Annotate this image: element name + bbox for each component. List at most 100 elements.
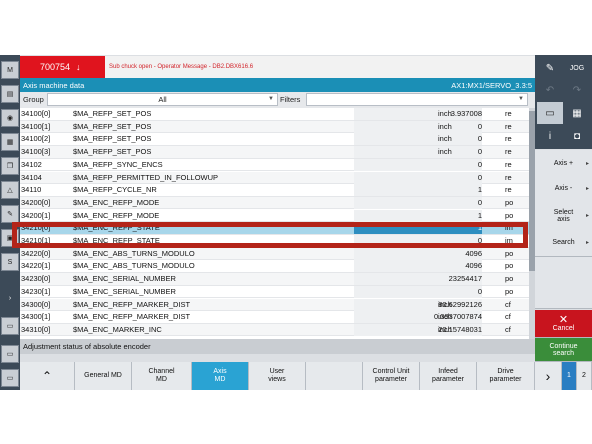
window-icon[interactable]: ▭ [1,345,19,363]
param-unit-cell: inch [438,299,452,309]
select-axis-button[interactable]: Select axis ▸ [535,202,592,230]
page-1-button[interactable]: 1 [562,362,577,390]
table-row[interactable]: 23254417 34230[0] $MA_ENC_SERIAL_NUMBER po [20,273,535,286]
redo-icon[interactable]: ↷ [564,79,590,101]
param-value-cell[interactable]: 0 [354,285,482,298]
param-value-cell[interactable]: 4096 [354,260,482,273]
param-value-cell[interactable]: 0 [354,171,482,184]
param-level-cell: cf [505,312,511,322]
parameter-icon[interactable]: ◉ [1,109,19,127]
table-row[interactable]: 0.3937007874 34300[1] $MA_ENC_REFP_MARKER_… [20,311,535,324]
undo-icon[interactable]: ↶ [537,79,563,101]
copy-icon[interactable]: ❐ [1,157,19,175]
window-icon[interactable]: ▭ [537,102,563,124]
status-line: Adjustment status of absolute encoder [20,339,535,354]
chevron-up-icon[interactable]: ⌃ [20,362,75,390]
general-md-tab[interactable]: General MD [75,362,132,390]
group-select[interactable]: All ▼ [47,93,278,106]
wrench-icon[interactable]: ✎ [537,57,563,79]
search-button[interactable]: Search ▸ [535,229,592,257]
param-value-cell[interactable]: 4096 [354,247,482,260]
param-value: 0 [477,172,482,182]
table-row[interactable]: 1 34110 $MA_REFP_CYCLE_NR re [20,184,535,197]
table-row[interactable]: 20.15748031 34310[0] $MA_ENC_MARKER_INC inc… [20,323,535,337]
param-value-cell[interactable]: 20.15748031 [354,323,482,336]
filters-label: Filters [280,95,301,104]
camera-icon[interactable]: ◘ [564,125,590,147]
table-row[interactable]: 80.62992126 34300[0] $MA_ENC_REFP_MARKER_D… [20,298,535,311]
table-row[interactable]: 0 34100[1] $MA_REFP_SET_POS inch re [20,120,535,134]
window-icon[interactable]: ▭ [1,317,19,335]
table-row[interactable]: 0 34100[2] $MA_REFP_SET_POS inch re [20,133,535,146]
param-value-cell[interactable]: 23254417 [354,273,482,286]
infeed-tab[interactable]: Infeed parameter [420,362,477,390]
close-icon: ✕ [558,314,569,326]
table-row[interactable]: 0 34102 $MA_REFP_SYNC_ENCS re [20,158,535,172]
param-value-cell[interactable]: 0 [354,158,482,171]
continue-search-button[interactable]: Continue search [535,338,592,362]
param-value-cell[interactable]: 80.62992126 [354,298,482,311]
param-id-cell: 34230[1] [21,286,51,296]
axis-md-label: Axis MD [213,368,227,383]
empty-softkey[interactable] [535,257,592,309]
chevron-right-icon[interactable]: › [535,362,562,390]
param-value: 0 [477,134,482,144]
param-value-cell[interactable]: 0 [354,133,482,146]
filters-select[interactable]: ▼ [306,93,528,106]
table-row[interactable]: 0 34200[0] $MA_ENC_REFP_MODE po [20,196,535,210]
diagnostics-icon[interactable]: △ [1,181,19,199]
param-value-cell[interactable]: 0 [354,196,482,209]
cancel-button[interactable]: ✕ Cancel [535,310,592,338]
param-value-cell[interactable]: 1 [354,209,482,222]
jog-icon[interactable]: JOG [564,57,590,79]
table-row[interactable]: 1 34200[1] $MA_ENC_REFP_MODE po [20,209,535,223]
axis-plus-button[interactable]: Axis + ▸ [535,150,592,178]
param-name-cell: $MA_ENC_ABS_TURNS_MODULO [73,248,195,258]
table-row[interactable]: 4096 34220[0] $MA_ENC_ABS_TURNS_MODULO po [20,247,535,261]
info-icon[interactable]: i [537,125,563,147]
chevron-right-icon[interactable]: › [1,289,19,307]
axis-minus-button[interactable]: Axis - ▸ [535,175,592,203]
table-row[interactable]: 4096 34220[1] $MA_ENC_ABS_TURNS_MODULO po [20,260,535,273]
param-value-cell[interactable]: 0 [354,120,482,133]
param-level-cell: po [505,274,514,284]
param-value-cell[interactable]: 3.937008 [354,108,482,120]
param-value-cell[interactable]: 1 [354,184,482,197]
status-text: Adjustment status of absolute encoder [23,342,151,351]
program-icon[interactable]: ▦ [1,133,19,151]
table-row[interactable]: 0 34230[1] $MA_ENC_SERIAL_NUMBER po [20,285,535,299]
drive-tab[interactable]: Drive parameter [477,362,535,390]
keyboard-icon[interactable]: ▦ [564,102,590,124]
window-icon[interactable]: ▭ [1,369,19,387]
table-row[interactable]: 0 34104 $MA_REFP_PERMITTED_IN_FOLLOWUP re [20,171,535,184]
right-toolbar: ✎ JOG ↶ ↷ ▭ ▦ i ◘ [535,55,592,149]
alarm-number[interactable]: 700754 ↓ [20,56,105,78]
page-title: Axis machine data [23,80,85,90]
wrench-icon[interactable]: ✎ [1,205,19,223]
table-row[interactable]: 0 34100[3] $MA_REFP_SET_POS inch re [20,146,535,159]
param-name-cell: $MA_ENC_ABS_TURNS_MODULO [73,261,195,271]
control-unit-tab[interactable]: Control Unit parameter [363,362,420,390]
channel-md-tab[interactable]: Channel MD [132,362,192,390]
axis-path: AX1:MX1/SERVO_3.3:5 [451,80,532,90]
document-icon[interactable]: ▤ [1,85,19,103]
sinumerik-icon[interactable]: S [1,253,19,271]
bottom-softkeys: ⌃ General MD Channel MD Axis MD User vie… [20,362,592,390]
search-label: Search [552,239,575,246]
param-level-cell: po [505,261,514,271]
param-unit-cell: inch [438,147,452,157]
control-unit-label: Control Unit parameter [372,368,410,383]
param-value-cell[interactable]: 0 [354,146,482,159]
machine-icon[interactable]: M [1,61,19,79]
param-value-cell[interactable]: 0.3937007874 [354,311,482,324]
param-level-cell: po [505,248,514,258]
param-value: 1 [477,185,482,195]
page-2-button[interactable]: 2 [577,362,592,390]
param-level-cell: po [505,210,514,220]
axis-md-tab[interactable]: Axis MD [192,362,249,390]
arrow-right-icon: ▸ [585,161,589,167]
group-label: Group [23,95,44,104]
empty-tab[interactable] [306,362,363,390]
user-views-tab[interactable]: User views [249,362,306,390]
table-row[interactable]: 3.937008 34100[0] $MA_REFP_SET_POS inch re [20,108,535,121]
